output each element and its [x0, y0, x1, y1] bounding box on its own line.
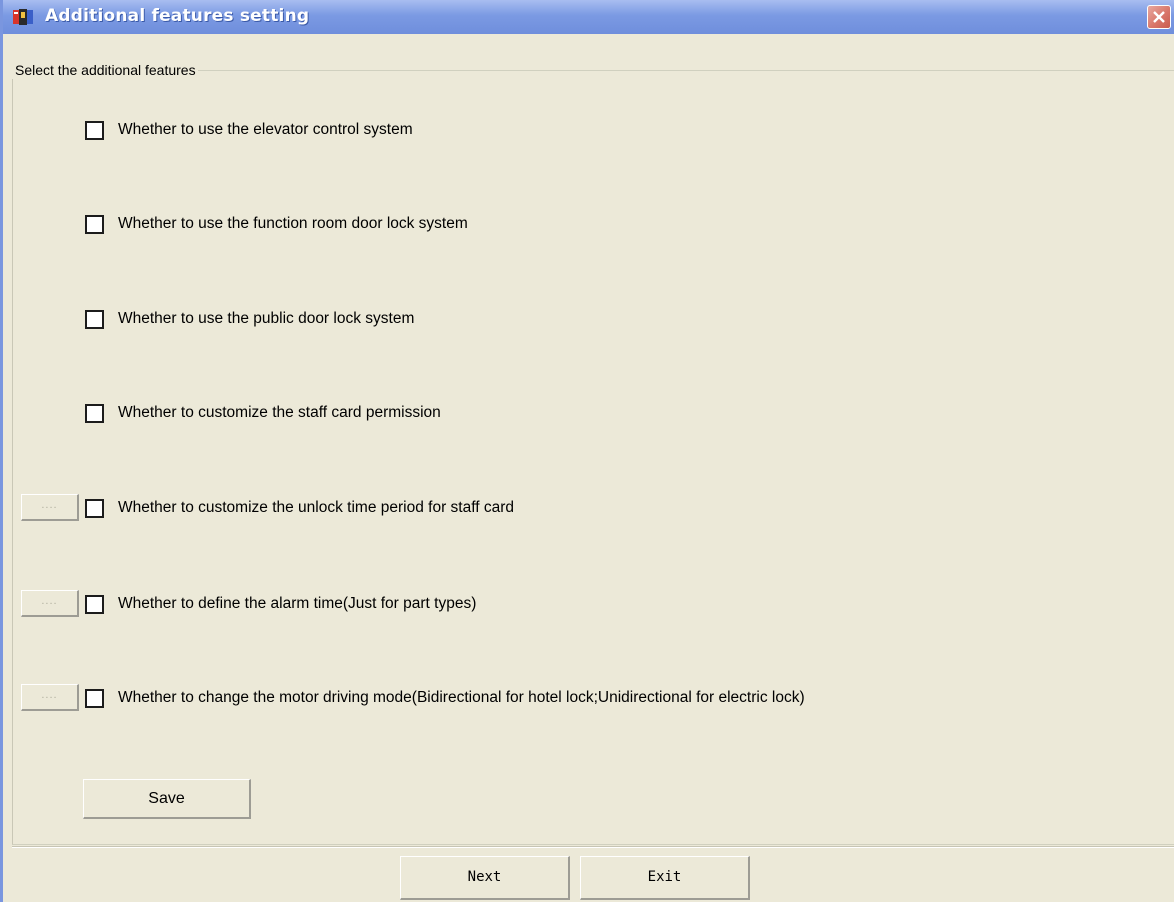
checkbox-alarm-time[interactable] [85, 594, 104, 614]
features-groupbox [12, 70, 1174, 845]
feature-label: Whether to use the function room door lo… [118, 215, 468, 232]
dialog-window: Additional features setting Select the a… [0, 0, 1174, 902]
checkbox-public-door[interactable] [85, 309, 104, 329]
feature-row-unlock-period[interactable]: Whether to customize the unlock time per… [85, 497, 514, 519]
feature-row-elevator[interactable]: Whether to use the elevator control syst… [85, 119, 413, 141]
feature-label: Whether to customize the staff card perm… [118, 404, 441, 421]
checkbox-unlock-period[interactable] [85, 498, 104, 518]
checkbox-motor-mode[interactable] [85, 688, 104, 708]
feature-row-function-room[interactable]: Whether to use the function room door lo… [85, 213, 468, 235]
groupbox-legend: Select the additional features [12, 61, 198, 79]
exit-button[interactable]: Exit [580, 856, 750, 900]
close-icon [1153, 11, 1165, 23]
feature-row-alarm-time[interactable]: Whether to define the alarm time(Just fo… [85, 593, 476, 615]
feature-label: Whether to customize the unlock time per… [118, 499, 515, 516]
save-button[interactable]: Save [83, 779, 251, 819]
checkbox-staff-permission[interactable] [85, 403, 104, 423]
window-title: Additional features setting [45, 6, 310, 26]
next-button[interactable]: Next [400, 856, 570, 900]
unlock-period-settings-button[interactable]: .... [21, 494, 79, 521]
feature-label: Whether to use the public door lock syst… [118, 310, 415, 327]
feature-row-public-door[interactable]: Whether to use the public door lock syst… [85, 308, 414, 330]
feature-label: Whether to define the alarm time(Just fo… [118, 595, 477, 612]
app-icon [13, 8, 35, 26]
title-bar[interactable]: Additional features setting [3, 0, 1174, 34]
motor-mode-settings-button[interactable]: .... [21, 684, 79, 711]
alarm-time-settings-button[interactable]: .... [21, 590, 79, 617]
footer-divider-highlight [12, 847, 1174, 848]
checkbox-elevator[interactable] [85, 120, 104, 140]
feature-label: Whether to change the motor driving mode… [118, 689, 805, 706]
feature-label: Whether to use the elevator control syst… [118, 121, 413, 138]
checkbox-function-room[interactable] [85, 214, 104, 234]
feature-row-motor-mode[interactable]: Whether to change the motor driving mode… [85, 687, 805, 709]
feature-row-staff-permission[interactable]: Whether to customize the staff card perm… [85, 402, 441, 424]
close-button[interactable] [1147, 5, 1171, 29]
